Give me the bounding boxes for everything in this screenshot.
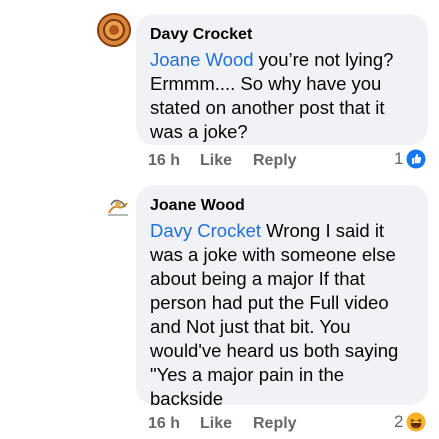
comment-line: backside bbox=[150, 388, 224, 409]
comment-bubble: Joane Wood Davy Crocket Wrong I said it … bbox=[136, 185, 428, 409]
comment-actions: 16 h Like Reply bbox=[148, 415, 297, 433]
mention-link[interactable]: Davy Crocket bbox=[150, 220, 261, 241]
reaction-count: 2 bbox=[394, 412, 404, 431]
mention-link[interactable]: Joane Wood bbox=[150, 49, 254, 70]
comment-actions: 16 h Like Reply bbox=[148, 152, 297, 170]
avatar[interactable] bbox=[101, 189, 135, 223]
comment-line: about being a major If that bbox=[150, 268, 365, 289]
orange-circle-avatar-icon bbox=[97, 13, 131, 47]
comment-line: Wrong I said it bbox=[261, 220, 385, 241]
comment-line: would've heard us both saying bbox=[150, 340, 399, 361]
like-button[interactable]: Like bbox=[200, 415, 253, 433]
comment: Joane Wood Davy Crocket Wrong I said it … bbox=[0, 185, 439, 439]
timestamp[interactable]: 16 h bbox=[148, 152, 200, 170]
comment: Davy Crocket Joane Wood you’re not lying… bbox=[0, 0, 439, 185]
comment-line: Ermmm.... So why have you bbox=[150, 73, 382, 94]
sketch-avatar-icon bbox=[103, 191, 133, 221]
comment-author[interactable]: Davy Crocket bbox=[150, 25, 414, 45]
reaction-summary[interactable]: 1 bbox=[394, 149, 426, 169]
comment-bubble: Davy Crocket Joane Wood you’re not lying… bbox=[136, 14, 428, 145]
comment-author[interactable]: Joane Wood bbox=[150, 196, 414, 216]
reaction-count: 1 bbox=[394, 149, 404, 168]
timestamp[interactable]: 16 h bbox=[148, 415, 200, 433]
comment-line: and Not just that bit. You bbox=[150, 316, 351, 337]
reply-button[interactable]: Reply bbox=[253, 152, 297, 170]
comment-line: was a joke? bbox=[150, 121, 248, 142]
comment-text: Davy Crocket Wrong I said it was a joke … bbox=[150, 219, 414, 411]
reaction-summary[interactable]: 2 bbox=[394, 412, 426, 432]
comment-text: Joane Wood you’re not lying? Ermmm.... S… bbox=[150, 48, 414, 144]
comment-line: "Yes a major pain in the bbox=[150, 364, 345, 385]
comment-line: stated on another post that it bbox=[150, 97, 385, 118]
comment-line: person had put the Full video bbox=[150, 292, 389, 313]
comment-line: you’re not lying? bbox=[253, 49, 394, 70]
avatar[interactable] bbox=[97, 13, 131, 47]
reply-button[interactable]: Reply bbox=[253, 415, 297, 433]
like-icon bbox=[406, 149, 426, 169]
haha-icon bbox=[406, 412, 426, 432]
comment-line: was a joke with someone else bbox=[150, 244, 396, 265]
like-button[interactable]: Like bbox=[200, 152, 253, 170]
